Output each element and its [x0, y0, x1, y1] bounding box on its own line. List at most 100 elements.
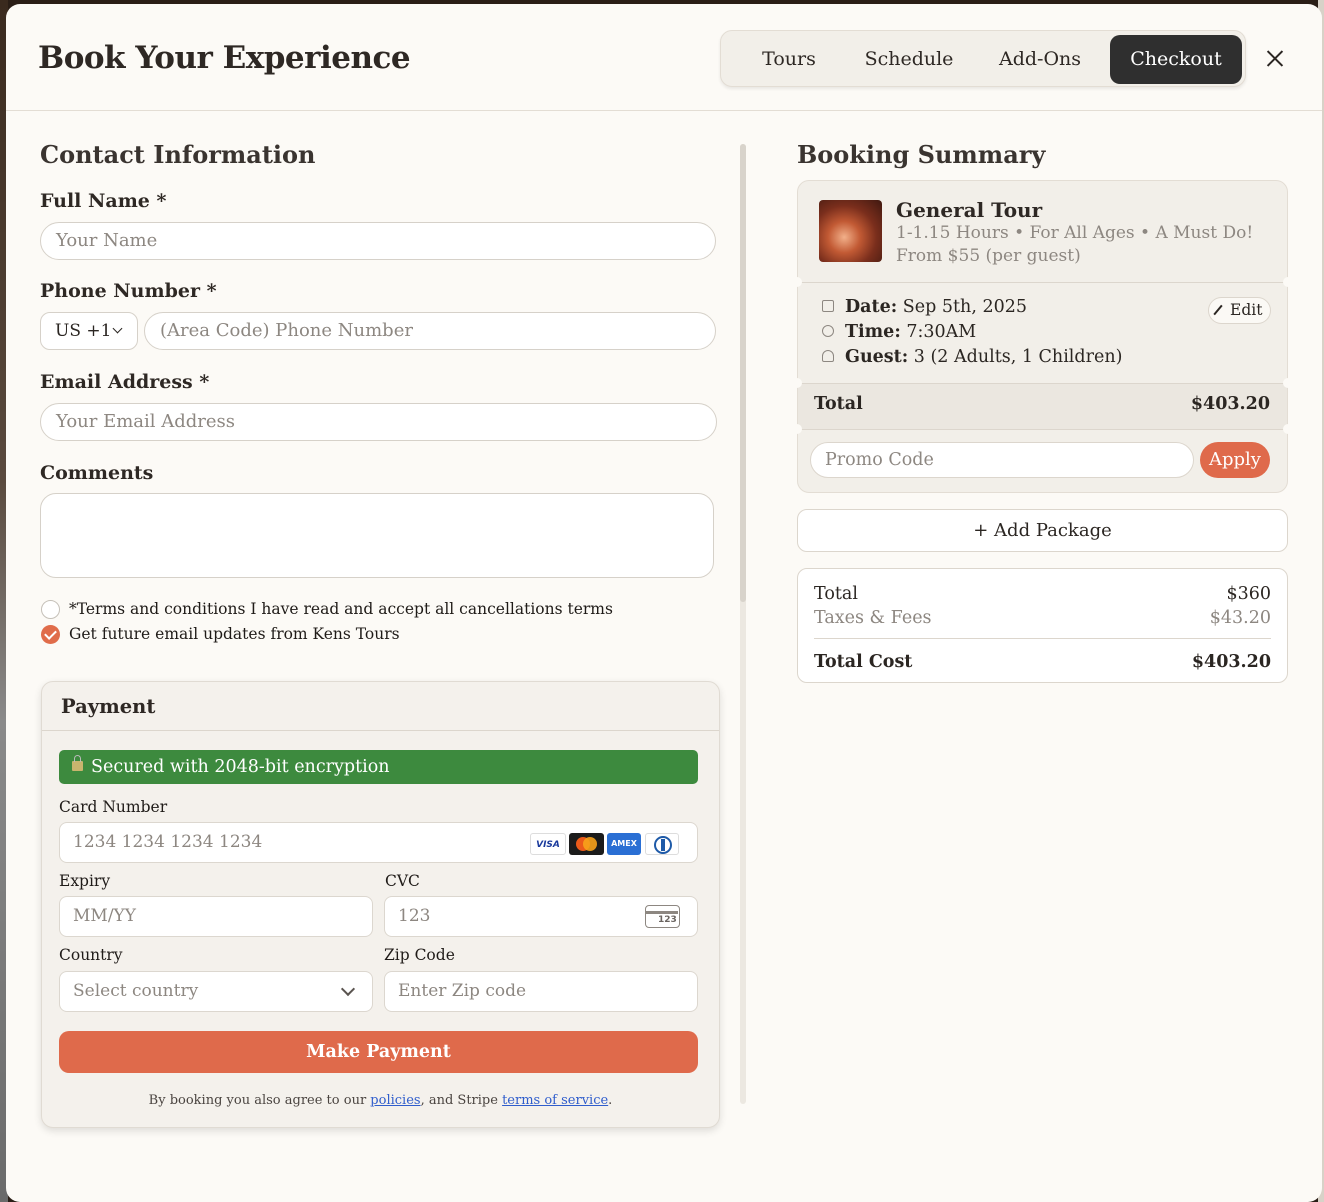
zip-input[interactable]: Enter Zip code	[384, 971, 698, 1012]
add-package-button[interactable]: + Add Package	[797, 509, 1288, 552]
updates-text: Get future email updates from Kens Tours	[69, 625, 400, 643]
date-value: Sep 5th, 2025	[902, 297, 1027, 317]
tour-thumbnail	[819, 200, 882, 262]
ticket-notch	[1283, 424, 1293, 434]
payment-panel: Payment Secured with 2048-bit encryption…	[41, 681, 720, 1128]
legal-text: By booking you also agree to our policie…	[42, 1093, 719, 1108]
card-number-placeholder: 1234 1234 1234 1234	[73, 832, 263, 852]
payment-title: Payment	[61, 695, 156, 718]
cvc-label: CVC	[385, 872, 420, 890]
cvc-icon-text: 123	[658, 915, 677, 925]
guest-value: 3 (2 Adults, 1 Children)	[913, 347, 1123, 367]
divider	[798, 282, 1287, 283]
terms-checkbox[interactable]	[41, 600, 60, 619]
time-row: Time: 7:30AM	[845, 322, 976, 342]
cvc-card-icon: 123	[645, 905, 680, 928]
email-input[interactable]: Your Email Address	[40, 403, 717, 441]
tab-add-ons[interactable]: Add-Ons	[983, 35, 1097, 84]
divider	[798, 383, 1287, 384]
visa-icon: VISA	[530, 833, 566, 855]
apply-promo-button[interactable]: Apply	[1200, 442, 1270, 478]
secure-text: Secured with 2048-bit encryption	[91, 757, 390, 777]
cvc-placeholder: 123	[398, 906, 431, 926]
expiry-label: Expiry	[59, 872, 111, 890]
terms-text: *Terms and conditions I have read and ac…	[69, 600, 613, 618]
tour-details: 1-1.15 Hours • For All Ages • A Must Do!	[896, 223, 1254, 243]
chevron-down-icon	[112, 323, 123, 334]
total-cost-value: $403.20	[1191, 652, 1271, 672]
card-number-input[interactable]: 1234 1234 1234 1234 VISA AMEX	[59, 822, 698, 863]
expiry-input[interactable]: MM/YY	[59, 896, 373, 937]
country-label: Country	[59, 946, 123, 964]
tab-tours[interactable]: Tours	[733, 35, 845, 84]
comments-label: Comments	[40, 462, 154, 484]
country-code-select[interactable]: US +1	[40, 312, 138, 350]
users-icon	[822, 350, 834, 362]
subtotal-label: Total	[814, 584, 858, 604]
ticket-notch	[792, 424, 802, 434]
full-name-input[interactable]: Your Name	[40, 222, 716, 260]
tab-schedule[interactable]: Schedule	[851, 35, 967, 84]
divider	[814, 638, 1271, 639]
booking-summary-card: General Tour 1-1.15 Hours • For All Ages…	[792, 180, 1293, 493]
tour-name: General Tour	[896, 198, 1043, 222]
ticket-notch	[792, 277, 802, 287]
calendar-icon	[822, 300, 834, 312]
tour-price: From $55 (per guest)	[896, 246, 1081, 266]
date-row: Date: Sep 5th, 2025	[845, 297, 1027, 317]
make-payment-button[interactable]: Make Payment	[59, 1031, 698, 1073]
legal-middle: , and Stripe	[420, 1093, 503, 1108]
cvc-input[interactable]: 123 123	[384, 896, 698, 937]
guest-row: Guest: 3 (2 Adults, 1 Children)	[845, 347, 1122, 367]
mastercard-icon	[569, 833, 604, 855]
clock-icon	[822, 325, 834, 337]
country-code-value: US +1	[55, 321, 112, 341]
updates-checkbox[interactable]	[41, 625, 60, 644]
tab-checkout[interactable]: Checkout	[1110, 35, 1242, 84]
taxes-label: Taxes & Fees	[814, 608, 932, 628]
phone-input[interactable]: (Area Code) Phone Number	[144, 312, 716, 350]
subtotal-value: $360	[1226, 584, 1271, 604]
diners-icon	[645, 833, 679, 855]
terms-of-service-link[interactable]: terms of service	[502, 1093, 608, 1108]
modal-header: Book Your Experience Tours Schedule Add-…	[6, 4, 1322, 111]
step-tabs: Tours Schedule Add-Ons Checkout	[720, 30, 1246, 87]
ticket-notch	[792, 378, 802, 388]
edit-label: Edit	[1230, 301, 1263, 319]
summary-total-label: Total	[814, 394, 863, 414]
email-label: Email Address *	[40, 371, 210, 393]
country-select[interactable]: Select country	[59, 971, 373, 1012]
country-placeholder: Select country	[73, 981, 199, 1001]
summary-title: Booking Summary	[797, 140, 1046, 169]
legal-prefix: By booking you also agree to our	[148, 1093, 371, 1108]
divider	[798, 429, 1287, 430]
ticket-notch	[1283, 277, 1293, 287]
payment-header: Payment	[42, 682, 719, 731]
booking-modal: Book Your Experience Tours Schedule Add-…	[6, 4, 1322, 1202]
comments-textarea[interactable]	[40, 493, 714, 578]
date-label: Date:	[845, 297, 898, 317]
page-title: Book Your Experience	[38, 40, 411, 76]
time-label: Time:	[845, 322, 901, 342]
summary-total-value: $403.20	[1190, 394, 1270, 414]
contact-section-title: Contact Information	[40, 140, 316, 169]
zip-label: Zip Code	[384, 946, 455, 964]
total-cost-label: Total Cost	[814, 652, 913, 672]
scrollbar-thumb[interactable]	[740, 144, 746, 602]
phone-label: Phone Number *	[40, 280, 217, 302]
total-row: Total $403.20	[798, 383, 1287, 429]
chevron-down-icon	[340, 981, 356, 997]
legal-suffix: .	[608, 1093, 613, 1108]
promo-code-input[interactable]: Promo Code	[810, 442, 1194, 478]
cost-breakdown-card: Total $360 Taxes & Fees $43.20 Total Cos…	[797, 568, 1288, 683]
ticket-notch	[1283, 378, 1293, 388]
close-icon[interactable]	[1262, 46, 1288, 72]
policies-link[interactable]: policies	[370, 1093, 420, 1108]
taxes-value: $43.20	[1209, 608, 1271, 628]
card-number-label: Card Number	[59, 798, 168, 816]
amex-icon: AMEX	[607, 833, 641, 855]
cvc-card-stripe	[646, 911, 678, 914]
edit-button[interactable]: Edit	[1208, 297, 1271, 324]
lock-icon	[72, 755, 83, 771]
pencil-icon	[1213, 304, 1223, 316]
